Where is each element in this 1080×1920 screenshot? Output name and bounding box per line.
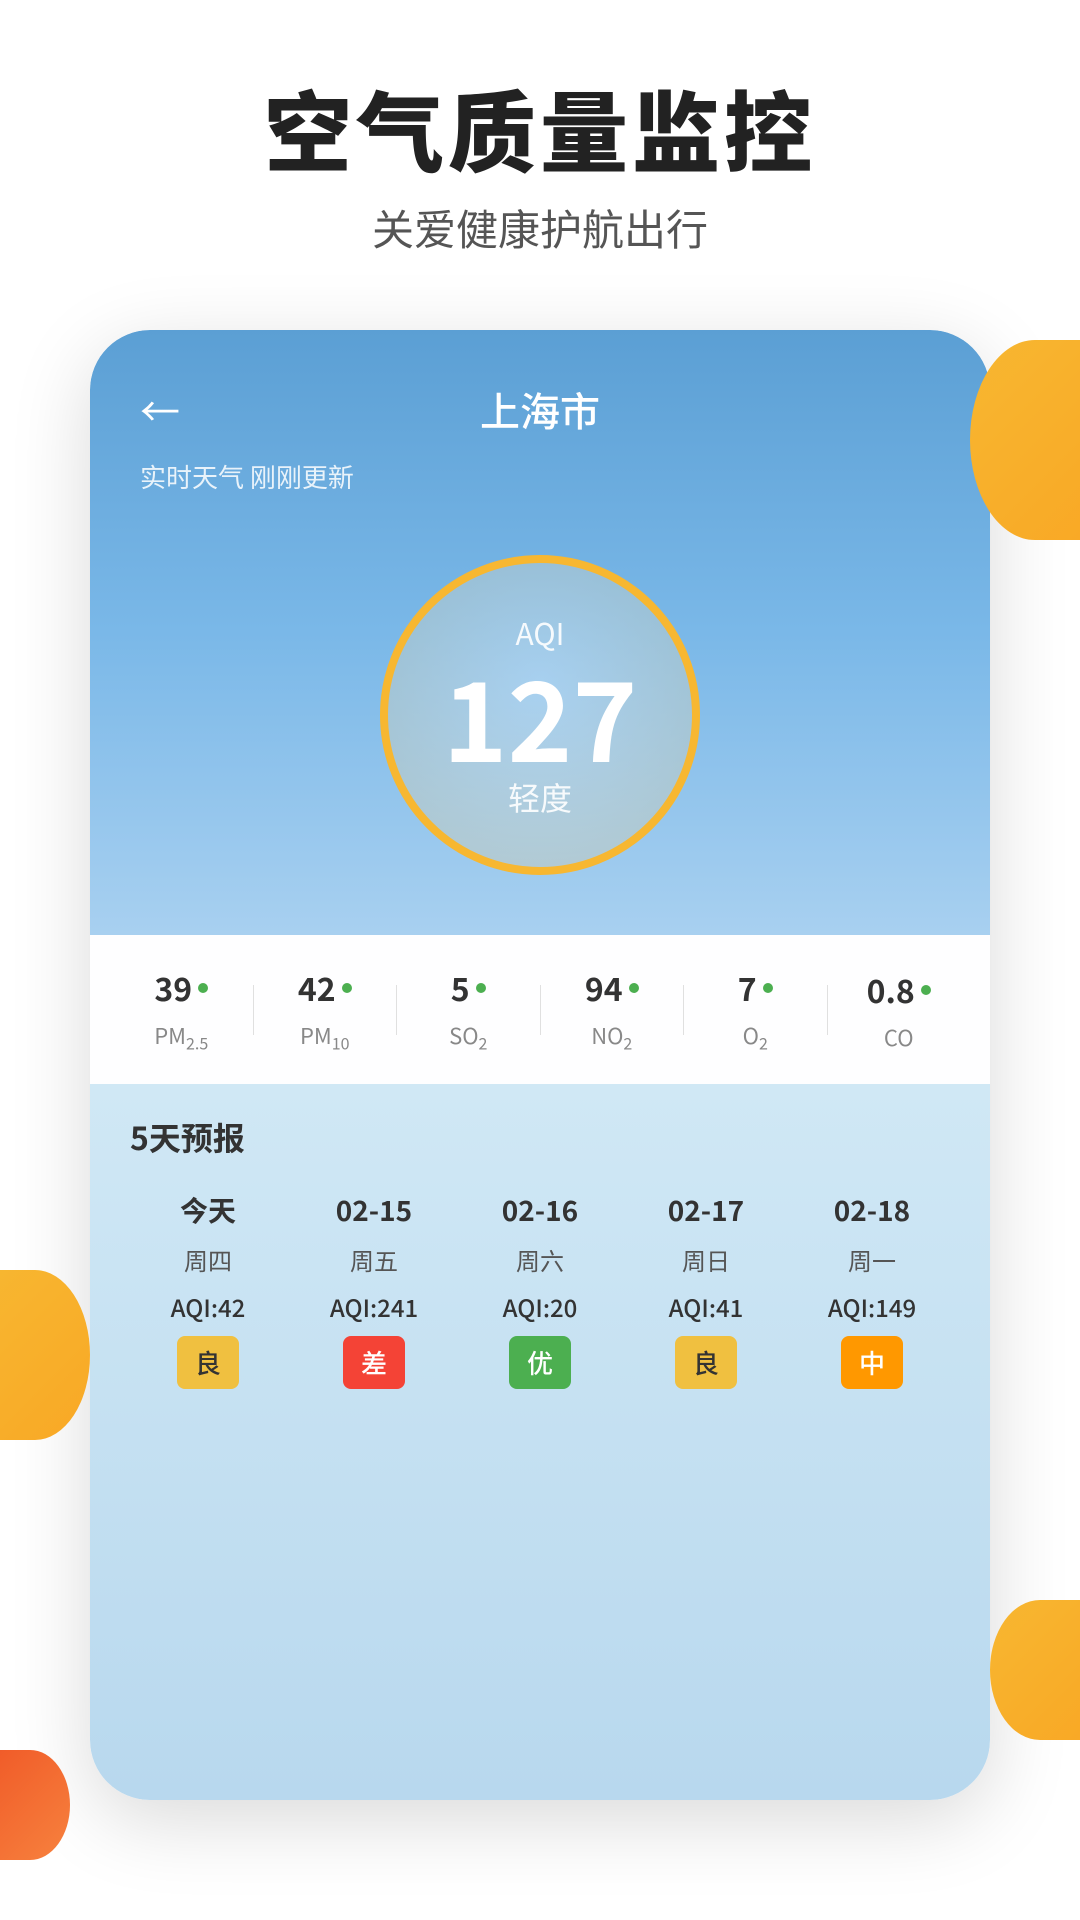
o2-label: O2 [743,1019,768,1054]
forecast-day-today: 今天 周四 AQI:42 良 [130,1190,286,1389]
day2-main: 02-16 [502,1190,578,1230]
page-subtitle: 关爱健康护航出行 [0,197,1080,258]
pollutant-no2: 94 NO2 [541,965,684,1054]
decoration-blob-left2 [0,1750,70,1860]
co-label: CO [884,1021,914,1053]
pm10-value: 42 [298,965,336,1011]
forecast-section: 5天预报 今天 周四 AQI:42 良 02-15 周五 AQI:241 差 [90,1084,990,1800]
dot-pm10 [342,983,352,993]
app-screen: ← 上海市 实时天气 刚刚更新 AQI 127 轻度 39 PM [90,330,990,1800]
pollutant-o2: 7 O2 [684,965,827,1054]
day4-main: 02-18 [834,1190,910,1230]
day1-badge: 差 [343,1336,405,1389]
phone-mockup: ← 上海市 实时天气 刚刚更新 AQI 127 轻度 39 PM [90,330,990,1800]
forecast-title: 5天预报 [130,1114,950,1160]
day4-badge: 中 [841,1336,903,1389]
pm25-label: PM2.5 [154,1019,208,1054]
day4-aqi: AQI:149 [828,1289,916,1324]
forecast-grid: 今天 周四 AQI:42 良 02-15 周五 AQI:241 差 02-16 … [130,1190,950,1389]
page-header: 空气质量监控 关爱健康护航出行 [0,0,1080,288]
day2-sub: 周六 [516,1242,564,1277]
top-section: ← 上海市 实时天气 刚刚更新 AQI 127 轻度 [90,330,990,935]
back-button[interactable]: ← [140,380,180,438]
day2-badge: 优 [509,1336,571,1389]
aqi-circle: AQI 127 轻度 [380,555,700,875]
o2-value: 7 [738,965,757,1011]
pollutant-so2: 5 SO2 [397,965,540,1054]
pm25-value: 39 [154,965,192,1011]
pm10-label: PM10 [300,1019,350,1054]
dot-o2 [763,983,773,993]
day3-main: 02-17 [668,1190,744,1230]
aqi-value: 127 [443,659,638,769]
day3-sub: 周日 [682,1242,730,1277]
aqi-level: 轻度 [508,774,572,820]
day3-badge: 良 [675,1336,737,1389]
decoration-blob-left [0,1270,90,1440]
weather-status: 实时天气 刚刚更新 [140,458,940,495]
day2-aqi: AQI:20 [503,1289,578,1324]
no2-label: NO2 [591,1019,632,1054]
day3-aqi: AQI:41 [669,1289,744,1324]
so2-label: SO2 [449,1019,487,1054]
forecast-day-0216: 02-16 周六 AQI:20 优 [462,1190,618,1389]
day4-sub: 周一 [848,1242,896,1277]
day0-sub: 周四 [184,1242,232,1277]
pollutant-row: 39 PM2.5 42 PM10 5 SO2 [90,935,990,1084]
day1-sub: 周五 [350,1242,398,1277]
day1-aqi: AQI:241 [330,1289,418,1324]
dot-co [921,985,931,995]
no2-value: 94 [585,965,623,1011]
pollutant-co: 0.8 CO [828,967,971,1053]
forecast-day-0218: 02-18 周一 AQI:149 中 [794,1190,950,1389]
nav-bar: ← 上海市 [140,380,940,438]
day1-main: 02-15 [336,1190,412,1230]
dot-pm25 [198,983,208,993]
forecast-day-0215: 02-15 周五 AQI:241 差 [296,1190,452,1389]
day0-main: 今天 [180,1190,236,1230]
dot-no2 [629,983,639,993]
city-name: 上海市 [480,380,600,438]
day0-badge: 良 [177,1336,239,1389]
pollutant-pm10: 42 PM10 [254,965,397,1054]
pollutant-pm25: 39 PM2.5 [110,965,253,1054]
page-title: 空气质量监控 [0,80,1080,177]
forecast-day-0217: 02-17 周日 AQI:41 良 [628,1190,784,1389]
dot-so2 [476,983,486,993]
aqi-circle-container: AQI 127 轻度 [140,535,940,935]
co-value: 0.8 [867,967,915,1013]
day0-aqi: AQI:42 [171,1289,246,1324]
so2-value: 5 [451,965,470,1011]
decoration-blob-right2 [990,1600,1080,1740]
